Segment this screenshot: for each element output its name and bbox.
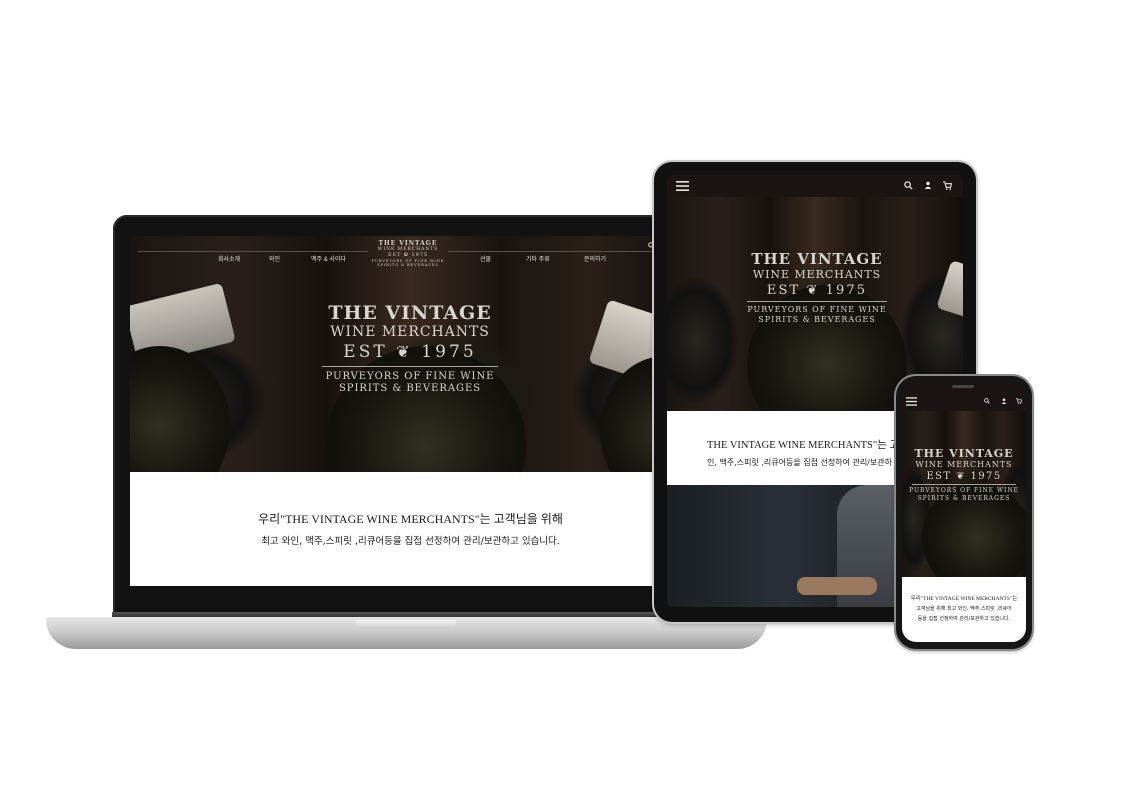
logo-line-1: THE VINTAGE xyxy=(378,240,438,247)
logo-year: 1975 xyxy=(411,252,429,258)
phone-welcome-section: 우리"THE VINTAGE WINE MERCHANTS"는 고객님을 위해 … xyxy=(902,577,1026,642)
phone-screen: THE VINTAGE WINE MERCHANTS EST ❦ 1975 PU… xyxy=(902,383,1026,642)
cart-icon[interactable] xyxy=(942,180,952,190)
logo-line-5: SPIRITS & BEVERAGES xyxy=(377,263,439,267)
laptop-screen: 회사소개 와인 맥주 & 사이다 선물 기타 주류 문의하기 THE VINTA… xyxy=(130,236,691,586)
hero-logo-line-1: THE VINTAGE xyxy=(328,302,492,324)
tablet-logo-year: 1975 xyxy=(825,283,868,298)
phone-welcome-line-1: 우리"THE VINTAGE WINE MERCHANTS"는 xyxy=(910,596,1018,602)
tablet-logo-line-1: THE VINTAGE xyxy=(751,250,883,268)
phone-logo-line-2: WINE MERCHANTS xyxy=(915,460,1013,469)
nav-item-other-liquor[interactable]: 기타 주류 xyxy=(526,254,550,263)
phone-logo-year: 1975 xyxy=(970,471,1002,482)
tablet-welcome-line-2: 인, 맥주,스피릿 ,리큐어등을 집접 선정하여 관리/보관하 xyxy=(707,458,892,467)
hero-logo-line-2: WINE MERCHANTS xyxy=(330,324,490,340)
hero-logo-line-5: SPIRITS & BEVERAGES xyxy=(338,383,482,394)
vine-leaf-icon: ❦ xyxy=(396,342,413,361)
nav-item-about[interactable]: 회사소개 xyxy=(218,254,240,263)
tablet-logo-line-5: SPIRITS & BEVERAGES xyxy=(758,315,876,324)
nav-item-contact[interactable]: 문의하기 xyxy=(584,254,606,263)
search-icon[interactable] xyxy=(982,396,992,406)
phone-hero-logo: THE VINTAGE WINE MERCHANTS EST ❦ 1975 PU… xyxy=(904,447,1024,502)
phone-header xyxy=(902,383,1026,411)
search-icon[interactable] xyxy=(903,180,913,190)
hero-logo: THE VINTAGE WINE MERCHANTS EST ❦ 1975 PU… xyxy=(310,302,510,395)
hero-logo-year: 1975 xyxy=(421,342,477,362)
hamburger-menu-icon[interactable] xyxy=(675,179,689,193)
tablet-logo-est: EST xyxy=(766,283,801,298)
hero-logo-line-4: PURVEYORS OF FINE WINE xyxy=(325,371,495,382)
welcome-line-1: 우리"THE VINTAGE WINE MERCHANTS"는 고객님을 위해 xyxy=(258,512,563,526)
tablet-logo-line-4: PURVEYORS OF FINE WINE xyxy=(747,305,887,314)
phone-speaker xyxy=(952,385,974,388)
phone-logo-line-5: SPIRITS & BEVERAGES xyxy=(917,494,1011,502)
cart-icon[interactable] xyxy=(1014,396,1024,406)
phone-welcome-line-3: 등을 집접 선정하여 관리/보관하고 있습니다. xyxy=(917,616,1011,622)
tablet-logo-line-2: WINE MERCHANTS xyxy=(752,268,882,281)
phone-logo-line-4: PURVEYORS OF FINE WINE xyxy=(909,487,1019,494)
tablet-header xyxy=(667,175,963,197)
nav-item-wine[interactable]: 와인 xyxy=(269,254,280,263)
user-icon[interactable] xyxy=(923,180,933,190)
welcome-line-2: 최고 와인, 맥주,스피릿 ,리큐어등을 집접 선정하여 관리/보관하고 있습니… xyxy=(261,536,560,547)
phone-welcome-line-2: 고객님을 위해 최고 와인, 맥주,스피릿 ,리큐어 xyxy=(916,606,1012,612)
hamburger-menu-icon[interactable] xyxy=(905,395,917,407)
logo-est: EST xyxy=(387,252,402,258)
vine-leaf-icon: ❦ xyxy=(806,283,820,298)
nav-item-gifts[interactable]: 선물 xyxy=(480,254,491,263)
phone-logo-line-1: THE VINTAGE xyxy=(914,447,1014,460)
nav-item-beer-cider[interactable]: 맥주 & 사이다 xyxy=(311,254,346,263)
laptop-notch xyxy=(356,620,456,629)
vine-leaf-icon: ❦ xyxy=(956,471,966,482)
hero-logo-est: EST xyxy=(343,342,388,362)
header-logo[interactable]: THE VINTAGE WINE MERCHANTS EST ✿ 1975 PU… xyxy=(368,240,448,267)
welcome-section: 우리"THE VINTAGE WINE MERCHANTS"는 고객님을 위해 … xyxy=(130,472,691,586)
tablet-welcome-line-1: THE VINTAGE WINE MERCHANTS"는 고 xyxy=(707,440,900,451)
tablet-hero-logo: THE VINTAGE WINE MERCHANTS EST ❦ 1975 PU… xyxy=(735,251,899,325)
site-header: 회사소개 와인 맥주 & 사이다 선물 기타 주류 문의하기 THE VINTA… xyxy=(130,236,691,274)
user-icon[interactable] xyxy=(999,396,1009,406)
phone-logo-est: EST xyxy=(926,471,952,482)
